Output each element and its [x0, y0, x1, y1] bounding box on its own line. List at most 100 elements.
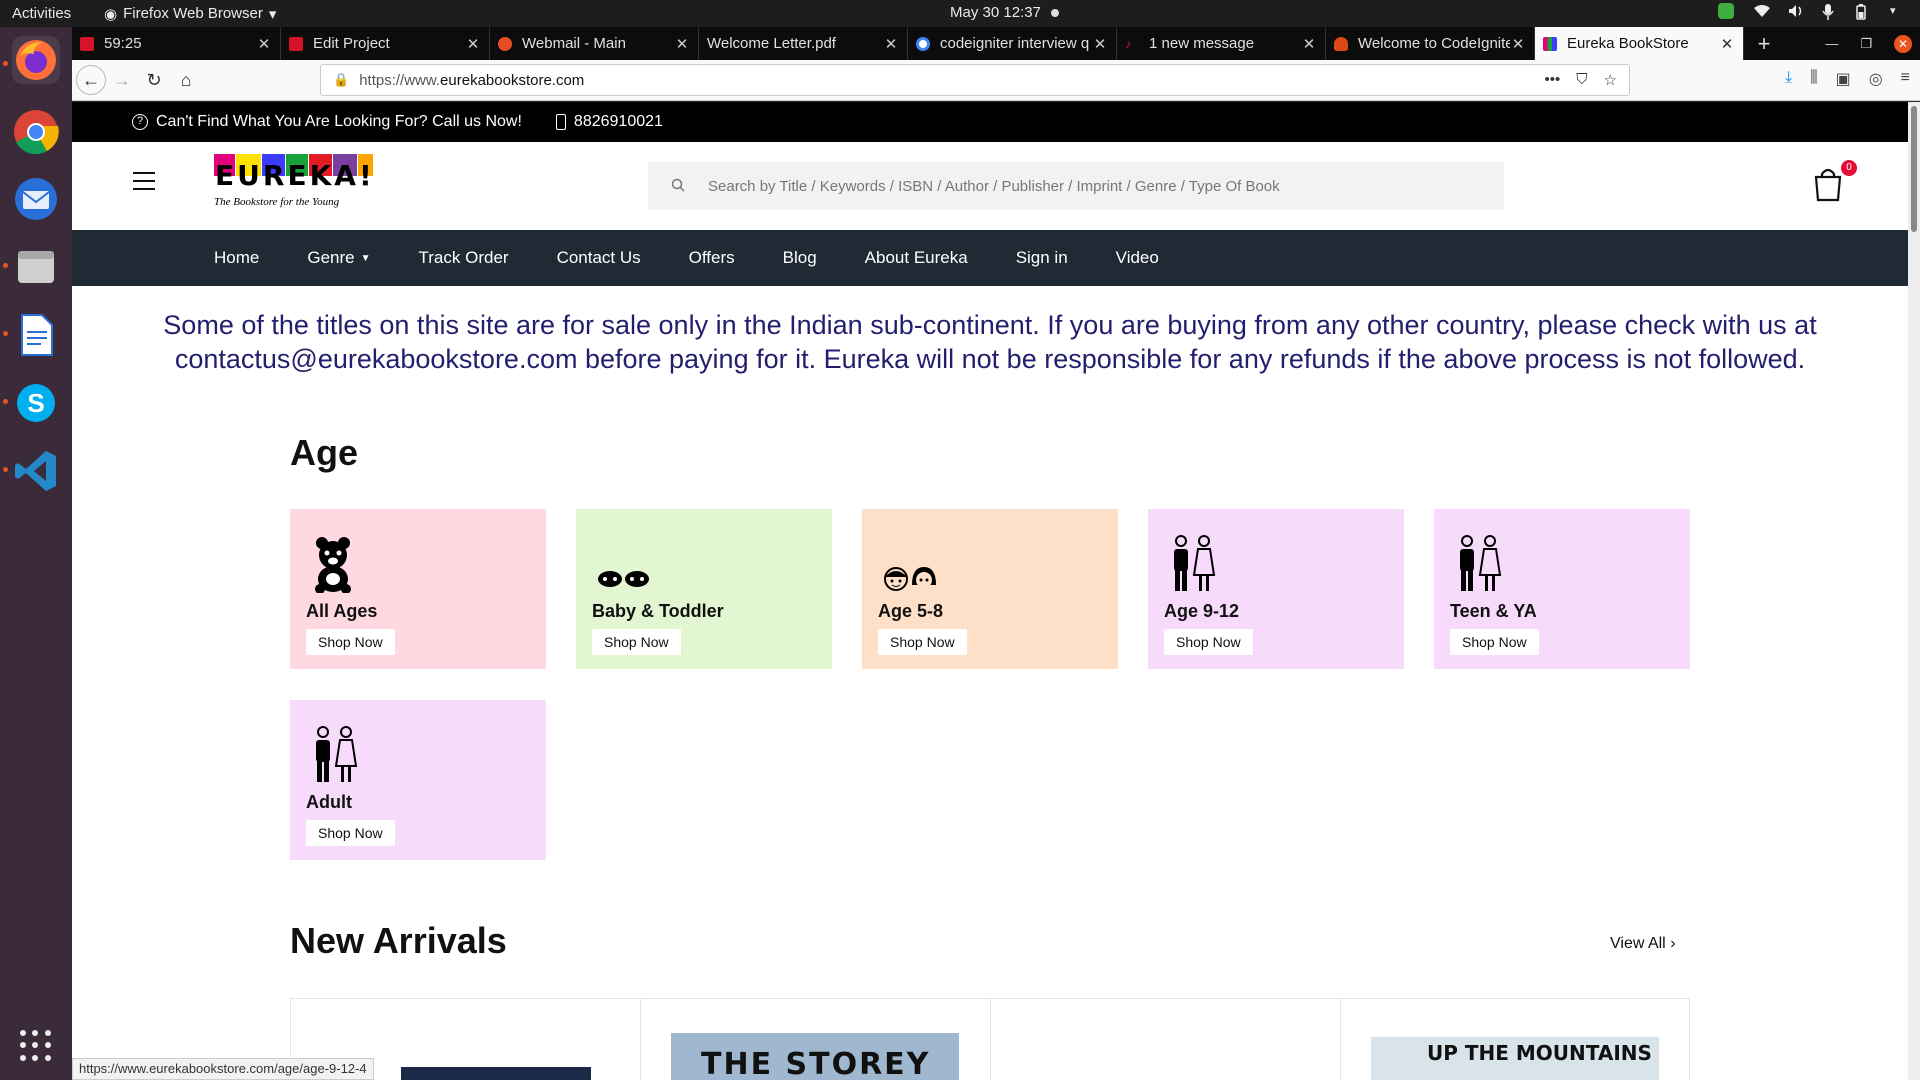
book-cover: UP THE MOUNTAINS	[1371, 1037, 1659, 1080]
nav-home[interactable]: Home	[214, 248, 259, 268]
google-favicon-icon	[916, 36, 930, 51]
close-tab-icon[interactable]: ✕	[1510, 35, 1526, 53]
sidebar-icon[interactable]: ▣	[1836, 69, 1851, 89]
shop-now-button[interactable]: Shop Now	[1164, 629, 1253, 655]
tab[interactable]: Edit Project ✕	[281, 27, 490, 60]
download-icon[interactable]: ⤓	[1785, 69, 1792, 89]
close-tab-icon[interactable]: ✕	[883, 35, 899, 53]
help-line[interactable]: ? Can't Find What You Are Looking For? C…	[132, 113, 522, 131]
nav-contact-us[interactable]: Contact Us	[557, 248, 641, 268]
nav-sign-in[interactable]: Sign in	[1016, 248, 1068, 268]
web-page: ? Can't Find What You Are Looking For? C…	[72, 102, 1908, 1080]
bookmark-star-icon[interactable]: ☆	[1604, 71, 1617, 89]
page-actions-icon[interactable]: •••	[1545, 71, 1561, 89]
phone-line[interactable]: 8826910021	[555, 113, 663, 131]
update-icon[interactable]	[1718, 3, 1734, 19]
age-card-adult[interactable]: Adult Shop Now	[290, 700, 546, 860]
nav-track-order[interactable]: Track Order	[419, 248, 509, 268]
age-card-age-5-8[interactable]: Age 5-8 Shop Now	[862, 509, 1118, 669]
logo-letter: !	[357, 154, 373, 194]
tab-active[interactable]: Eureka BookStore ✕	[1535, 27, 1744, 60]
system-tray[interactable]: ▾	[1718, 3, 1904, 20]
reload-icon[interactable]: ↻	[138, 64, 170, 96]
cart-icon[interactable]: 0	[1813, 160, 1857, 202]
back-icon[interactable]: ←	[76, 65, 106, 95]
vscode-dock-icon[interactable]	[12, 447, 60, 495]
shop-now-button[interactable]: Shop Now	[878, 629, 967, 655]
tab-favicon	[80, 36, 94, 51]
age-card-baby-toddler[interactable]: Baby & Toddler Shop Now	[576, 509, 832, 669]
age-card-teen-ya[interactable]: Teen & YA Shop Now	[1434, 509, 1690, 669]
close-tab-icon[interactable]: ✕	[465, 35, 481, 53]
clock[interactable]: May 30 12:37	[950, 4, 1059, 21]
chrome-dock-icon[interactable]	[12, 108, 60, 156]
skype-dock-icon[interactable]: S	[12, 379, 60, 427]
tab[interactable]: Welcome Letter.pdf ✕	[699, 27, 908, 60]
account-icon[interactable]: ◎	[1869, 69, 1883, 89]
chevron-right-icon: ›	[1670, 935, 1676, 952]
close-tab-icon[interactable]: ✕	[1301, 35, 1317, 53]
forward-icon[interactable]: →	[106, 64, 138, 96]
close-tab-icon[interactable]: ✕	[256, 35, 272, 53]
pocket-icon[interactable]: ⛉	[1576, 71, 1587, 89]
age-card-age-9-12[interactable]: Age 9-12 Shop Now	[1148, 509, 1404, 669]
lock-icon: 🔒	[333, 72, 350, 87]
product-card[interactable]: THE STOREY	[640, 999, 990, 1080]
nav-blog[interactable]: Blog	[783, 248, 817, 268]
show-apps-icon[interactable]	[20, 1030, 52, 1062]
logo-letter: R	[261, 154, 286, 194]
firefox-small-icon: ◉	[104, 5, 118, 23]
nav-genre[interactable]: Genre ▼	[307, 248, 370, 268]
site-header: E U R E K A! The Bookstore for the Young Sear…	[72, 142, 1908, 230]
shop-now-button[interactable]: Shop Now	[1450, 629, 1539, 655]
thunderbird-dock-icon[interactable]	[12, 175, 60, 223]
search-input[interactable]: Search by Title / Keywords / ISBN / Auth…	[708, 178, 1280, 195]
home-icon[interactable]: ⌂	[170, 64, 202, 96]
writer-dock-icon[interactable]	[12, 311, 60, 359]
shop-now-button[interactable]: Shop Now	[306, 629, 395, 655]
firefox-dock-icon[interactable]	[12, 36, 60, 84]
library-icon[interactable]: ⫼	[1810, 69, 1817, 89]
url-bar[interactable]: 🔒 https://www.eurekabookstore.com ••• ⛉ …	[320, 64, 1630, 96]
shop-now-button[interactable]: Shop Now	[306, 820, 395, 846]
files-dock-icon[interactable]	[12, 243, 60, 291]
tab-title: Edit Project	[313, 35, 390, 52]
tab[interactable]: Welcome to CodeIgnite ✕	[1326, 27, 1535, 60]
nav-about-eureka[interactable]: About Eureka	[865, 248, 968, 268]
question-icon: ?	[132, 114, 148, 130]
tab-title: Welcome to CodeIgnite	[1358, 35, 1510, 52]
running-indicator	[3, 467, 8, 472]
product-card[interactable]	[990, 999, 1340, 1080]
page-scrollbar[interactable]	[1908, 102, 1920, 1080]
close-window-icon[interactable]: ✕	[1894, 34, 1912, 53]
tab[interactable]: 59:25 ✕	[72, 27, 281, 60]
new-tab-button[interactable]: +	[1744, 27, 1784, 60]
shop-now-button[interactable]: Shop Now	[592, 629, 681, 655]
nav-offers[interactable]: Offers	[689, 248, 735, 268]
tab-title: Webmail - Main	[522, 35, 626, 52]
view-all-link[interactable]: View All ›	[1610, 935, 1676, 953]
activities-button[interactable]: Activities	[0, 5, 104, 22]
age-card-label: Adult	[306, 792, 352, 812]
scrollbar-thumb[interactable]	[1911, 106, 1917, 232]
url-text[interactable]: https://www.eurekabookstore.com	[359, 72, 1544, 89]
age-card-all-ages[interactable]: All Ages Shop Now	[290, 509, 546, 669]
hamburger-menu-icon[interactable]	[133, 172, 155, 190]
tab[interactable]: ♪ 1 new message ✕	[1117, 27, 1326, 60]
running-indicator	[3, 61, 8, 66]
tab[interactable]: Webmail - Main ✕	[490, 27, 699, 60]
app-menu[interactable]: ◉ Firefox Web Browser ▾	[104, 5, 276, 23]
menu-icon[interactable]: ≡	[1901, 69, 1910, 89]
shipping-notice: Some of the titles on this site are for …	[163, 310, 1817, 374]
restore-icon[interactable]: ❐	[1860, 36, 1872, 52]
close-tab-icon[interactable]: ✕	[1092, 35, 1108, 53]
close-tab-icon[interactable]: ✕	[674, 35, 690, 53]
close-tab-icon[interactable]: ✕	[1719, 35, 1735, 53]
nav-video[interactable]: Video	[1116, 248, 1159, 268]
minimize-icon[interactable]: —	[1825, 36, 1838, 51]
chevron-down-icon: ▼	[360, 252, 371, 264]
product-card[interactable]: UP THE MOUNTAINS	[1340, 999, 1690, 1080]
search-bar[interactable]: Search by Title / Keywords / ISBN / Auth…	[648, 162, 1504, 210]
tab[interactable]: codeigniter interview q ✕	[908, 27, 1117, 60]
eureka-logo[interactable]: E U R E K A! The Bookstore for the Young	[214, 154, 373, 216]
